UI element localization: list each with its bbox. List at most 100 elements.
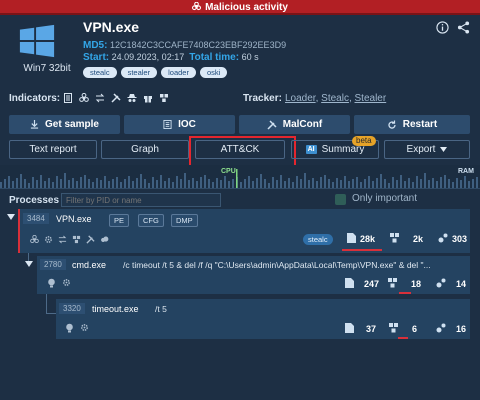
tracker-label: Tracker:: [243, 93, 282, 104]
info-icon[interactable]: [436, 21, 449, 34]
ram-activity-bar: [168, 178, 170, 188]
ram-activity-bar: [28, 183, 30, 188]
ram-activity-bar: [124, 179, 126, 188]
ram-activity-bar: [400, 175, 402, 188]
download-icon: [30, 120, 39, 129]
ram-activity-bar: [52, 182, 54, 188]
restart-label: Restart: [402, 119, 438, 130]
ram-activity-bar: [192, 178, 194, 188]
malconf-label: MalConf: [282, 119, 323, 130]
ram-activity-bar: [136, 178, 138, 188]
registry-icon[interactable]: [159, 93, 169, 103]
registry-icon: [390, 233, 399, 243]
network-count: 16: [456, 324, 467, 334]
ram-activity-bar: [108, 181, 110, 188]
ram-activity-bar: [180, 179, 182, 188]
tracker-link-stealer[interactable]: Stealer: [355, 93, 387, 104]
dmp-badge[interactable]: DMP: [171, 214, 198, 227]
ram-activity-bar: [472, 179, 474, 188]
ram-activity-bar: [356, 177, 358, 188]
ram-activity-bar: [340, 180, 342, 188]
gear-icon: [62, 278, 71, 287]
tracker-link-stealc[interactable]: Stealc: [321, 93, 349, 104]
cpu-label: CPU: [221, 168, 236, 175]
ram-activity-bar: [260, 174, 262, 188]
network-icon: [58, 235, 67, 244]
ram-activity-bar: [252, 181, 254, 188]
tree-connector: [46, 313, 56, 314]
pid-filter-input[interactable]: [61, 193, 221, 207]
spy-icon[interactable]: [127, 93, 137, 103]
ram-activity-bar: [332, 182, 334, 188]
cfg-badge[interactable]: CFG: [138, 214, 164, 227]
ram-activity-bar: [152, 177, 154, 188]
tag-loader[interactable]: loader: [161, 67, 196, 78]
text-report-button[interactable]: Text report: [9, 140, 97, 159]
ram-activity-bar: [44, 181, 46, 188]
ram-activity-bar: [292, 182, 294, 188]
cpu-ram-timeline[interactable]: [0, 165, 480, 189]
ram-activity-bar: [444, 175, 446, 188]
biohazard-icon: [30, 235, 39, 244]
tracker-link-loader[interactable]: Loader: [285, 93, 316, 104]
only-important-checkbox[interactable]: [335, 194, 346, 205]
md5-label: MD5:: [83, 40, 108, 51]
biohazard-icon: [192, 2, 202, 11]
share-icon[interactable]: [457, 21, 470, 34]
file-icon: [347, 233, 356, 243]
stealc-tag[interactable]: stealc: [303, 234, 333, 245]
tools-icon[interactable]: [111, 93, 121, 103]
ram-activity-bar: [64, 173, 66, 188]
process-row-timeout[interactable]: 3320 timeout.exe /t 5 37 6 16: [56, 299, 470, 339]
collapse-caret-icon[interactable]: [7, 214, 15, 220]
ram-activity-bar: [316, 181, 318, 188]
network-icon[interactable]: [95, 93, 105, 103]
get-sample-button[interactable]: Get sample: [9, 115, 120, 134]
ram-activity-bar: [476, 177, 478, 188]
md5-value[interactable]: 12C1842C3CCAFE7408C23EBF292EE3D9: [110, 40, 286, 50]
process-row-cmd[interactable]: 2780 cmd.exe /c timeout /t 5 & del /f /q…: [37, 256, 470, 294]
ram-activity-bar: [88, 179, 90, 188]
registry-icon: [388, 278, 397, 288]
pe-badge[interactable]: PE: [109, 214, 130, 227]
tag-stealer[interactable]: stealer: [120, 67, 158, 78]
ram-activity-bar: [300, 179, 302, 188]
ram-activity-bar: [232, 179, 234, 188]
tag-list: stealc stealer loader oski: [83, 67, 228, 78]
export-button[interactable]: Export: [384, 140, 470, 159]
ram-activity-bar: [36, 180, 38, 188]
biohazard-icon[interactable]: [79, 93, 89, 103]
ram-activity-bar: [468, 181, 470, 188]
ram-activity-bar: [184, 173, 186, 188]
malconf-button[interactable]: MalConf: [239, 115, 350, 134]
ioc-button[interactable]: IOC: [124, 115, 235, 134]
gift-icon[interactable]: [143, 93, 153, 103]
ram-activity-bar: [156, 180, 158, 188]
restart-icon: [387, 120, 397, 130]
ram-activity-bar: [248, 176, 250, 188]
total-time-label: Total time:: [189, 52, 240, 63]
ram-activity-bar: [368, 176, 370, 188]
document-icon[interactable]: [63, 93, 73, 103]
graph-button[interactable]: Graph: [101, 140, 189, 159]
ram-activity-bar: [344, 176, 346, 188]
ram-activity-bar: [460, 180, 462, 188]
ram-label: RAM: [458, 168, 474, 175]
tag-oski[interactable]: oski: [199, 67, 228, 78]
ram-activity-bar: [416, 176, 418, 188]
md5-row: MD5: 12C1842C3CCAFE7408C23EBF292EE3D9: [83, 40, 286, 51]
tracker-links: Loader, Stealc, Stealer: [285, 93, 386, 104]
tag-stealc[interactable]: stealc: [83, 67, 117, 78]
windows-logo-icon: [18, 22, 56, 60]
network-count: 14: [456, 279, 467, 289]
collapse-caret-icon[interactable]: [25, 261, 33, 267]
ram-activity-bar: [268, 183, 270, 188]
restart-button[interactable]: Restart: [354, 115, 470, 134]
ram-activity-bar: [328, 179, 330, 188]
ram-activity-bar: [456, 178, 458, 188]
registry-activity-bar: [398, 337, 408, 339]
process-command-line: /c timeout /t 5 & del /f /q "C:\Users\ad…: [123, 260, 431, 270]
process-row-vpn[interactable]: 3484 VPN.exe PE CFG DMP stealc 28k 2k 30…: [18, 209, 470, 253]
files-count: 247: [364, 279, 380, 289]
ram-activity-bar: [280, 175, 282, 188]
